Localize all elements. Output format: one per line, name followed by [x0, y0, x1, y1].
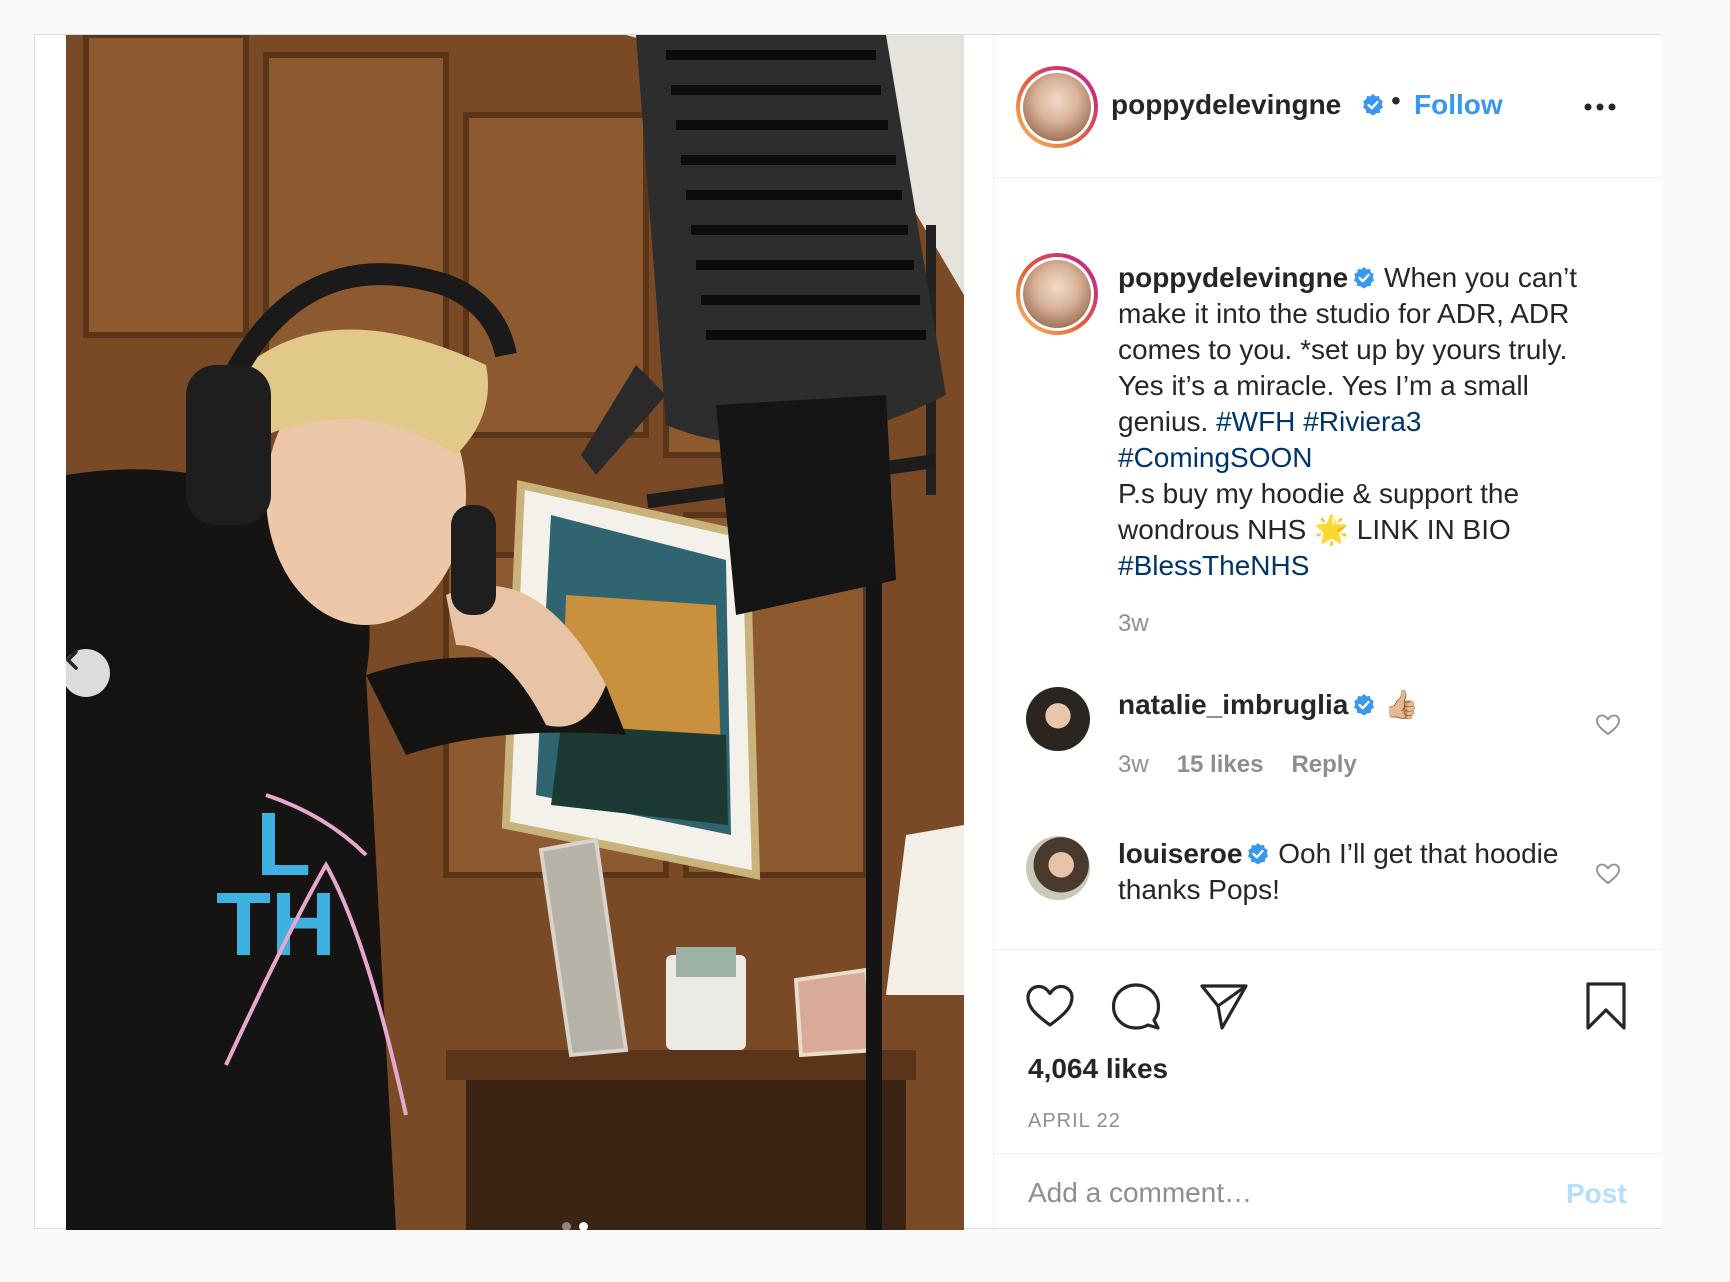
comment-text: natalie_imbruglia 👍🏼	[1118, 687, 1588, 723]
post-comment-button[interactable]: Post	[1566, 1178, 1627, 1210]
bookmark-icon[interactable]	[1580, 980, 1632, 1032]
hashtag-link[interactable]: #WFH	[1216, 406, 1295, 437]
verified-badge-icon	[1363, 94, 1383, 116]
post-photo[interactable]: TH L	[66, 35, 964, 1230]
commenter-avatar[interactable]	[1026, 687, 1090, 751]
verified-badge-icon	[1354, 694, 1375, 716]
verified-badge-icon	[1354, 267, 1375, 289]
more-options-icon[interactable]	[1584, 101, 1616, 113]
avatar	[1026, 687, 1090, 751]
comment-meta: 3w 15 likes Reply	[1118, 751, 1357, 779]
commenter-username[interactable]: natalie_imbruglia	[1118, 689, 1348, 720]
carousel-indicator	[562, 1222, 588, 1230]
follow-button[interactable]: Follow	[1414, 89, 1503, 121]
comment-timestamp[interactable]: 3w	[1118, 751, 1149, 779]
commenter-avatar[interactable]	[1026, 836, 1090, 900]
speech-bubble-icon[interactable]	[1110, 980, 1162, 1032]
carousel-dot	[562, 1222, 571, 1230]
author-avatar-ring[interactable]	[1016, 66, 1098, 148]
comment-like-heart-icon[interactable]	[1595, 713, 1621, 737]
comment-like-heart-icon[interactable]	[1595, 862, 1621, 886]
verified-badge-icon	[1248, 843, 1269, 865]
post-actions: 4,064 likes APRIL 22 Post	[994, 949, 1661, 1229]
comments-section: poppydelevingne When you can’t make it i…	[994, 178, 1661, 949]
post-header: poppydelevingne • Follow	[994, 35, 1661, 178]
hashtag-link[interactable]: #BlessTheNHS	[1118, 550, 1309, 581]
paper-plane-icon[interactable]	[1198, 980, 1250, 1032]
caption-username[interactable]: poppydelevingne	[1118, 262, 1348, 293]
hashtag-link[interactable]: #ComingSOON	[1118, 442, 1313, 473]
like-count[interactable]: 4,064 likes	[1028, 1053, 1168, 1085]
add-comment-bar: Post	[994, 1153, 1661, 1230]
comment-body: 👍🏼	[1384, 689, 1419, 720]
carousel-dot-active	[579, 1222, 588, 1230]
post-caption: poppydelevingne When you can’t make it i…	[1118, 260, 1608, 584]
chevron-left-icon	[66, 650, 78, 670]
reply-button[interactable]: Reply	[1291, 751, 1356, 779]
post-date[interactable]: APRIL 22	[1028, 1110, 1121, 1133]
author-avatar	[1023, 73, 1091, 141]
commenter-username[interactable]: louiseroe	[1118, 838, 1242, 869]
hashtag-link[interactable]: #Riviera3	[1303, 406, 1421, 437]
comment-input[interactable]	[1026, 1168, 1530, 1218]
caption-body: LINK IN BIO	[1348, 514, 1511, 545]
author-username[interactable]: poppydelevingne	[1111, 89, 1341, 121]
comment-likes[interactable]: 15 likes	[1177, 751, 1264, 779]
post-card: TH L poppydelevingne • Follow poppydelev…	[34, 34, 1661, 1230]
caption-avatar-ring[interactable]	[1016, 253, 1098, 335]
avatar	[1026, 836, 1090, 900]
photo-illustration: TH L	[66, 35, 964, 1230]
heart-icon[interactable]	[1024, 980, 1076, 1032]
comment-item: natalie_imbruglia 👍🏼 3w 15 likes Reply	[994, 687, 1661, 779]
caption-avatar	[1023, 260, 1091, 328]
comment-text: louiseroe Ooh I’ll get that hoodie thank…	[1118, 836, 1588, 908]
caption-timestamp[interactable]: 3w	[1118, 610, 1149, 638]
post-details-panel: poppydelevingne • Follow poppydelevingne…	[993, 35, 1661, 1228]
star-emoji: 🌟	[1314, 514, 1349, 545]
comment-item: louiseroe Ooh I’ll get that hoodie thank…	[994, 836, 1661, 926]
header-separator: •	[1391, 85, 1401, 116]
